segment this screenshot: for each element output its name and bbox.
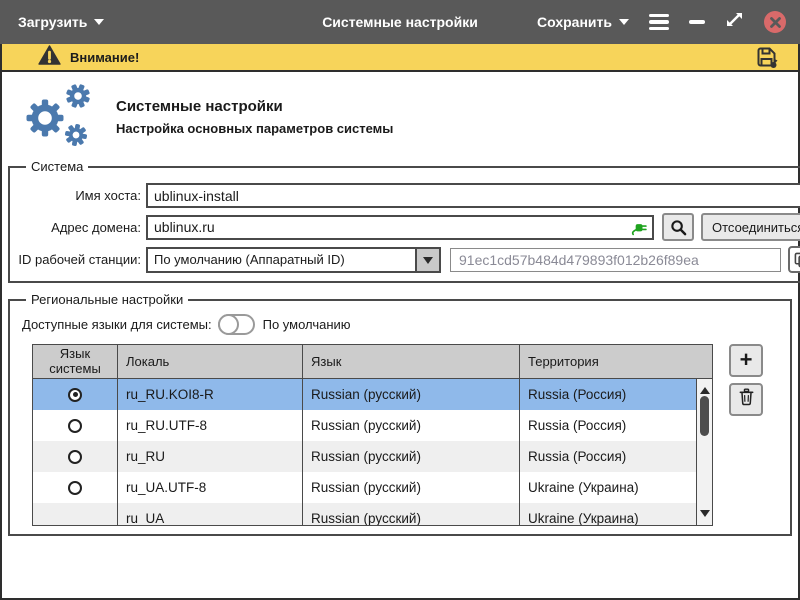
hostname-label: Имя хоста: <box>16 188 146 203</box>
toggle-knob <box>218 314 239 335</box>
table-scrollbar[interactable] <box>696 379 712 525</box>
page-subtitle: Настройка основных параметров системы <box>116 121 393 136</box>
copy-button[interactable] <box>788 246 800 273</box>
header-system-language: Язык системы <box>33 345 118 378</box>
chevron-down-icon <box>94 19 104 30</box>
table-row[interactable]: ru_RU.UTF-8 Russian (русский) Russia (Ро… <box>33 410 712 441</box>
page-title: Системные настройки <box>116 98 393 115</box>
chevron-down-icon <box>423 257 433 269</box>
station-id-value-field <box>450 248 781 272</box>
system-language-cell <box>33 441 118 472</box>
language-cell: Russian (русский) <box>303 410 520 441</box>
table-row[interactable]: ru_RU Russian (русский) Russia (Россия) <box>33 441 712 472</box>
regional-legend: Региональные настройки <box>26 292 188 307</box>
add-locale-button[interactable]: + <box>729 344 763 377</box>
plus-icon: + <box>740 349 753 371</box>
locale-cell: ru_RU <box>118 441 303 472</box>
table-row[interactable]: ru_UA Russian (русский) Ukraine (Украина… <box>33 503 712 525</box>
language-cell: Russian (русский) <box>303 472 520 503</box>
domain-input[interactable] <box>146 215 654 240</box>
territory-cell: Ukraine (Украина) <box>520 503 698 525</box>
domain-label: Адрес домена: <box>16 220 146 235</box>
locale-cell: ru_UA.UTF-8 <box>118 472 303 503</box>
system-language-cell <box>33 379 118 410</box>
save-menu-button[interactable]: Сохранить <box>537 14 629 30</box>
save-icon[interactable] <box>754 45 778 69</box>
table-row[interactable]: ru_RU.KOI8-R Russian (русский) Russia (Р… <box>33 379 712 410</box>
table-side-buttons: + <box>729 344 763 416</box>
language-cell: Russian (русский) <box>303 441 520 472</box>
scroll-up-icon[interactable] <box>700 382 710 394</box>
maximize-icon[interactable] <box>725 10 744 34</box>
language-cell: Russian (русский) <box>303 503 520 525</box>
scrollbar-thumb[interactable] <box>700 396 709 436</box>
languages-label: Доступные языки для системы: <box>22 317 212 332</box>
radio-selected[interactable] <box>68 388 82 402</box>
locales-table-zone: Язык системы Локаль Язык Территория ru_R… <box>32 344 784 526</box>
regional-fieldset: Региональные настройки Доступные языки д… <box>8 292 792 536</box>
radio-unselected[interactable] <box>68 481 82 495</box>
station-id-mode-select[interactable]: По умолчанию (Аппаратный ID) <box>146 247 441 273</box>
scroll-down-icon[interactable] <box>700 510 710 522</box>
header-locale: Локаль <box>118 345 303 378</box>
locales-table-header: Язык системы Локаль Язык Территория <box>33 345 712 379</box>
table-row[interactable]: ru_UA.UTF-8 Russian (русский) Ukraine (У… <box>33 472 712 503</box>
titlebar: Загрузить Системные настройки Сохранить <box>0 0 800 44</box>
hostname-row: Имя хоста: <box>16 183 800 208</box>
language-cell: Russian (русский) <box>303 379 520 410</box>
territory-cell: Russia (Россия) <box>520 379 698 410</box>
disconnect-button[interactable]: Отсоединиться <box>701 213 800 241</box>
menu-icon[interactable] <box>649 14 669 31</box>
radio-unselected[interactable] <box>68 419 82 433</box>
territory-cell: Ukraine (Украина) <box>520 472 698 503</box>
save-menu-label: Сохранить <box>537 14 612 30</box>
warning-icon <box>38 45 61 70</box>
languages-toggle-switch[interactable] <box>218 314 255 335</box>
gears-icon <box>14 80 98 153</box>
locales-table: Язык системы Локаль Язык Территория ru_R… <box>32 344 713 526</box>
locale-cell: ru_UA <box>118 503 303 525</box>
close-icon[interactable] <box>764 11 786 33</box>
station-id-row: ID рабочей станции: По умолчанию (Аппара… <box>16 246 800 273</box>
trash-icon <box>738 388 755 411</box>
warning-text: Внимание! <box>70 50 139 65</box>
domain-row: Адрес домена: <box>16 213 800 241</box>
domain-input-wrap <box>146 215 654 240</box>
radio-unselected[interactable] <box>68 450 82 464</box>
load-menu-button[interactable]: Загрузить <box>18 14 104 30</box>
locale-cell: ru_RU.KOI8-R <box>118 379 303 410</box>
select-arrow-button[interactable] <box>415 249 439 271</box>
system-language-cell <box>33 503 118 525</box>
territory-cell: Russia (Россия) <box>520 441 698 472</box>
system-language-cell <box>33 472 118 503</box>
minimize-icon[interactable] <box>689 20 705 24</box>
load-menu-label: Загрузить <box>18 14 87 30</box>
page-header-text: Системные настройки Настройка основных п… <box>116 98 393 136</box>
hostname-input[interactable] <box>146 183 800 208</box>
territory-cell: Russia (Россия) <box>520 410 698 441</box>
page-header: Системные настройки Настройка основных п… <box>2 72 798 157</box>
station-id-label: ID рабочей станции: <box>16 252 146 267</box>
system-settings-window: Загрузить Системные настройки Сохранить <box>0 0 800 600</box>
window-body: Внимание! <box>0 44 800 600</box>
station-id-mode-value: По умолчанию (Аппаратный ID) <box>148 252 415 267</box>
system-fieldset: Система Имя хоста: Адрес домена: <box>8 159 800 283</box>
delete-locale-button[interactable] <box>729 383 763 416</box>
warning-bar: Внимание! <box>2 44 798 72</box>
header-territory: Территория <box>520 345 712 378</box>
search-button[interactable] <box>662 213 694 241</box>
header-language: Язык <box>303 345 520 378</box>
toggle-caption: По умолчанию <box>263 317 351 332</box>
connected-plug-icon <box>631 220 648 241</box>
locales-table-body: ru_RU.KOI8-R Russian (русский) Russia (Р… <box>33 379 712 525</box>
titlebar-actions: Сохранить <box>537 10 786 34</box>
system-language-cell <box>33 410 118 441</box>
chevron-down-icon <box>619 19 629 30</box>
languages-toggle-row: Доступные языки для системы: По умолчани… <box>22 314 784 335</box>
locale-cell: ru_RU.UTF-8 <box>118 410 303 441</box>
system-legend: Система <box>26 159 88 174</box>
